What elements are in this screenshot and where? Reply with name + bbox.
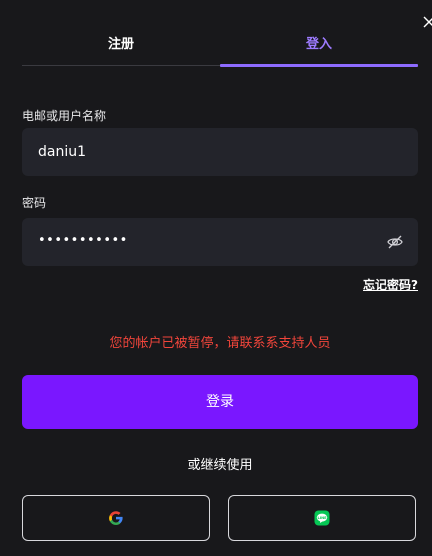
password-field-container: •••••••••••	[22, 218, 418, 266]
close-icon[interactable]	[422, 14, 432, 28]
password-label: 密码	[22, 196, 47, 210]
username-label: 电邮或用户名称	[22, 109, 107, 123]
error-message: 您的帐户已被暂停，请联系系支持人员	[109, 336, 331, 351]
active-tab-indicator	[220, 64, 418, 67]
svg-text:LINE: LINE	[317, 516, 327, 520]
username-field-container	[22, 128, 418, 176]
auth-tabs: 注册 登入	[22, 28, 418, 68]
eye-off-icon[interactable]	[386, 233, 404, 251]
password-input[interactable]: •••••••••••	[38, 218, 128, 266]
continue-with-label: 或继续使用	[187, 458, 253, 473]
login-button[interactable]: 登录	[22, 375, 418, 429]
tab-signup[interactable]: 注册	[22, 28, 220, 66]
tab-login[interactable]: 登入	[220, 28, 418, 66]
login-dialog: 注册 登入 电邮或用户名称 密码 ••••••••••• 忘记密码? 您的帐户已…	[0, 0, 432, 556]
line-icon: LINE	[314, 510, 330, 526]
username-input[interactable]	[38, 128, 378, 176]
google-icon	[109, 511, 123, 525]
line-login-button[interactable]: LINE	[228, 495, 416, 541]
google-login-button[interactable]	[22, 495, 210, 541]
forgot-password-link[interactable]: 忘记密码?	[363, 276, 418, 293]
